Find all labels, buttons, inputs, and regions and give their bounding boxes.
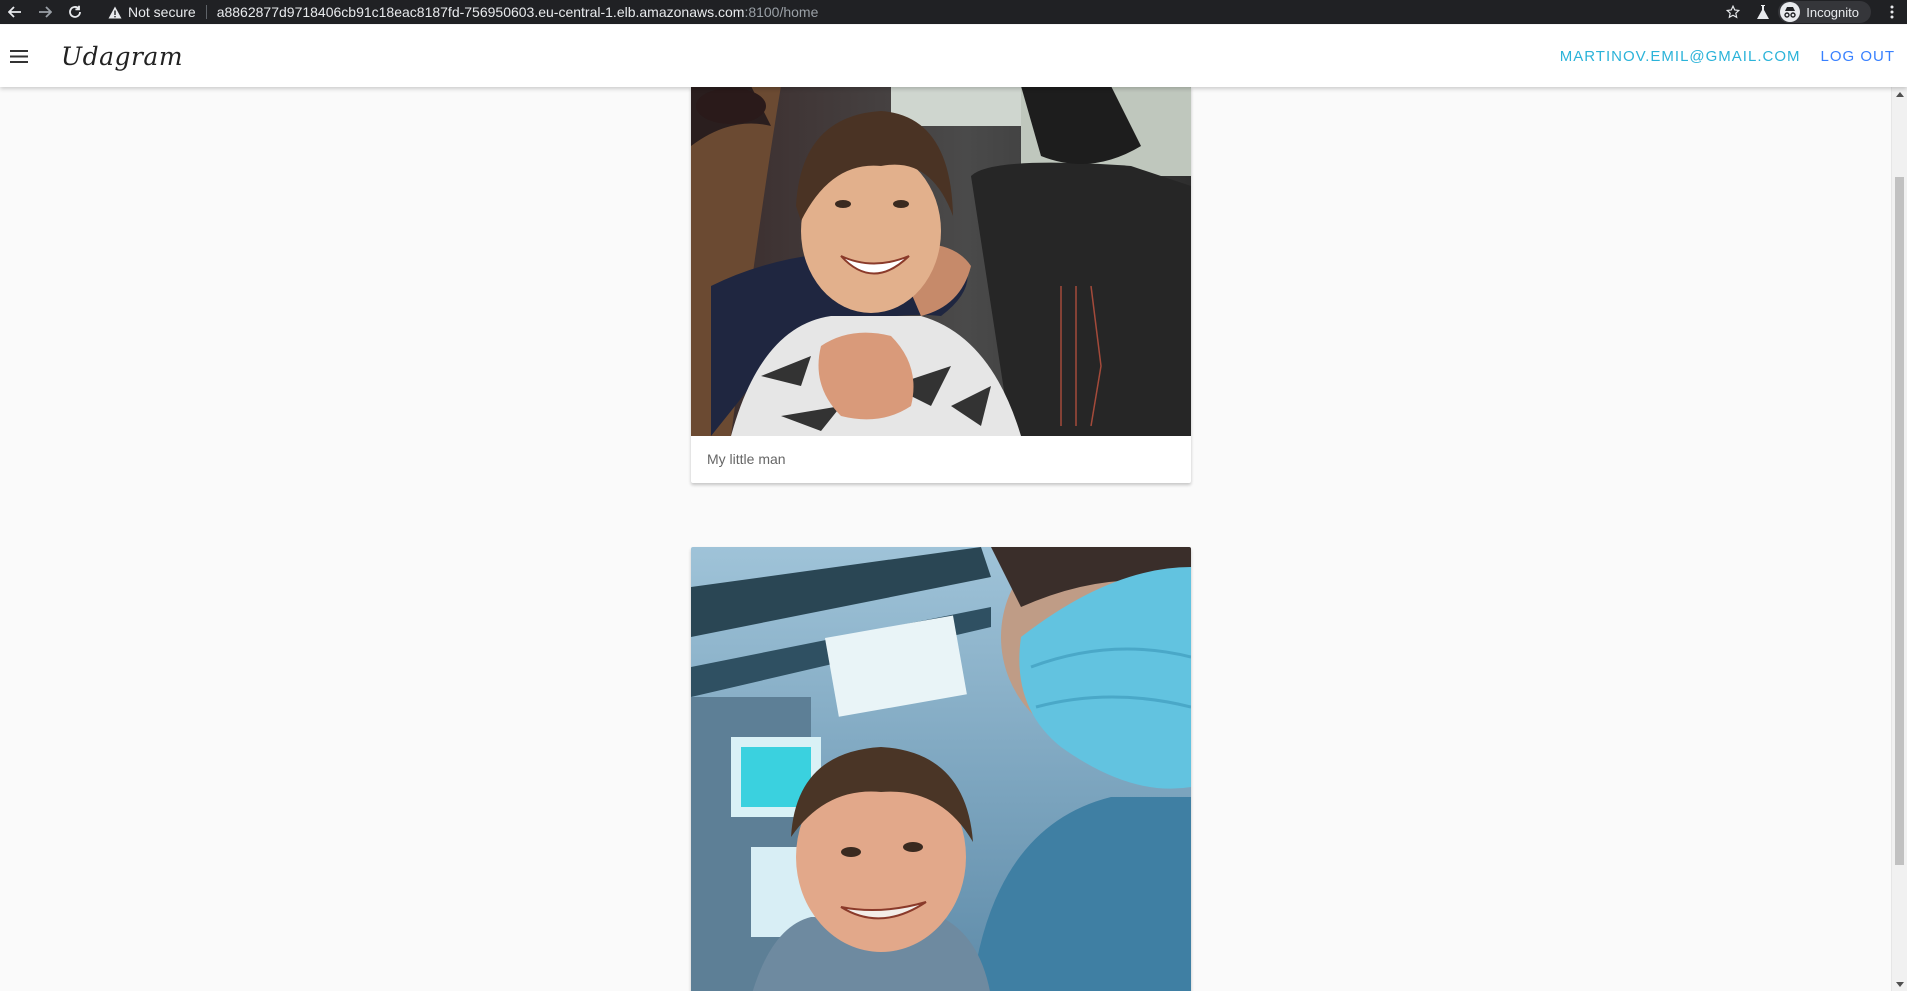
back-icon[interactable] [0,0,30,24]
url-path: :8100/home [744,4,819,20]
reload-icon[interactable] [60,0,90,24]
app-title: Udagram [61,41,184,71]
feed-item [691,547,1191,991]
scrollbar[interactable] [1891,87,1907,991]
menu-icon[interactable] [1,38,37,74]
scroll-up-icon[interactable] [1892,87,1907,101]
incognito-label: Incognito [1806,4,1859,20]
browser-toolbar: Not secure a8862877d9718406cb91c18eac818… [0,0,1907,24]
labs-flask-icon[interactable] [1748,0,1778,24]
url-host: a8862877d9718406cb91c18eac8187fd-7569506… [216,4,745,20]
scrollbar-thumb[interactable] [1895,177,1904,865]
feed-list: My little man [0,87,1892,991]
logout-button[interactable]: LOG OUT [1820,48,1895,65]
address-bar[interactable]: a8862877d9718406cb91c18eac8187fd-7569506… [217,4,819,20]
feed-photo [691,87,1191,436]
user-email-button[interactable]: MARTINOV.EMIL@GMAIL.COM [1560,48,1801,65]
security-label: Not secure [128,4,196,20]
incognito-indicator[interactable]: Incognito [1778,1,1871,23]
scroll-down-icon[interactable] [1892,977,1907,991]
forward-icon[interactable] [30,0,60,24]
feed-item: My little man [691,87,1191,483]
feed-photo [691,547,1191,991]
security-indicator[interactable]: Not secure [108,4,196,20]
app-header: Udagram MARTINOV.EMIL@GMAIL.COM LOG OUT [0,25,1907,87]
warning-icon [108,6,122,18]
address-divider [205,5,207,19]
feed-caption: My little man [707,451,786,467]
more-vertical-icon[interactable] [1877,0,1907,24]
incognito-icon [1780,2,1801,22]
bookmark-star-icon[interactable] [1718,0,1748,24]
